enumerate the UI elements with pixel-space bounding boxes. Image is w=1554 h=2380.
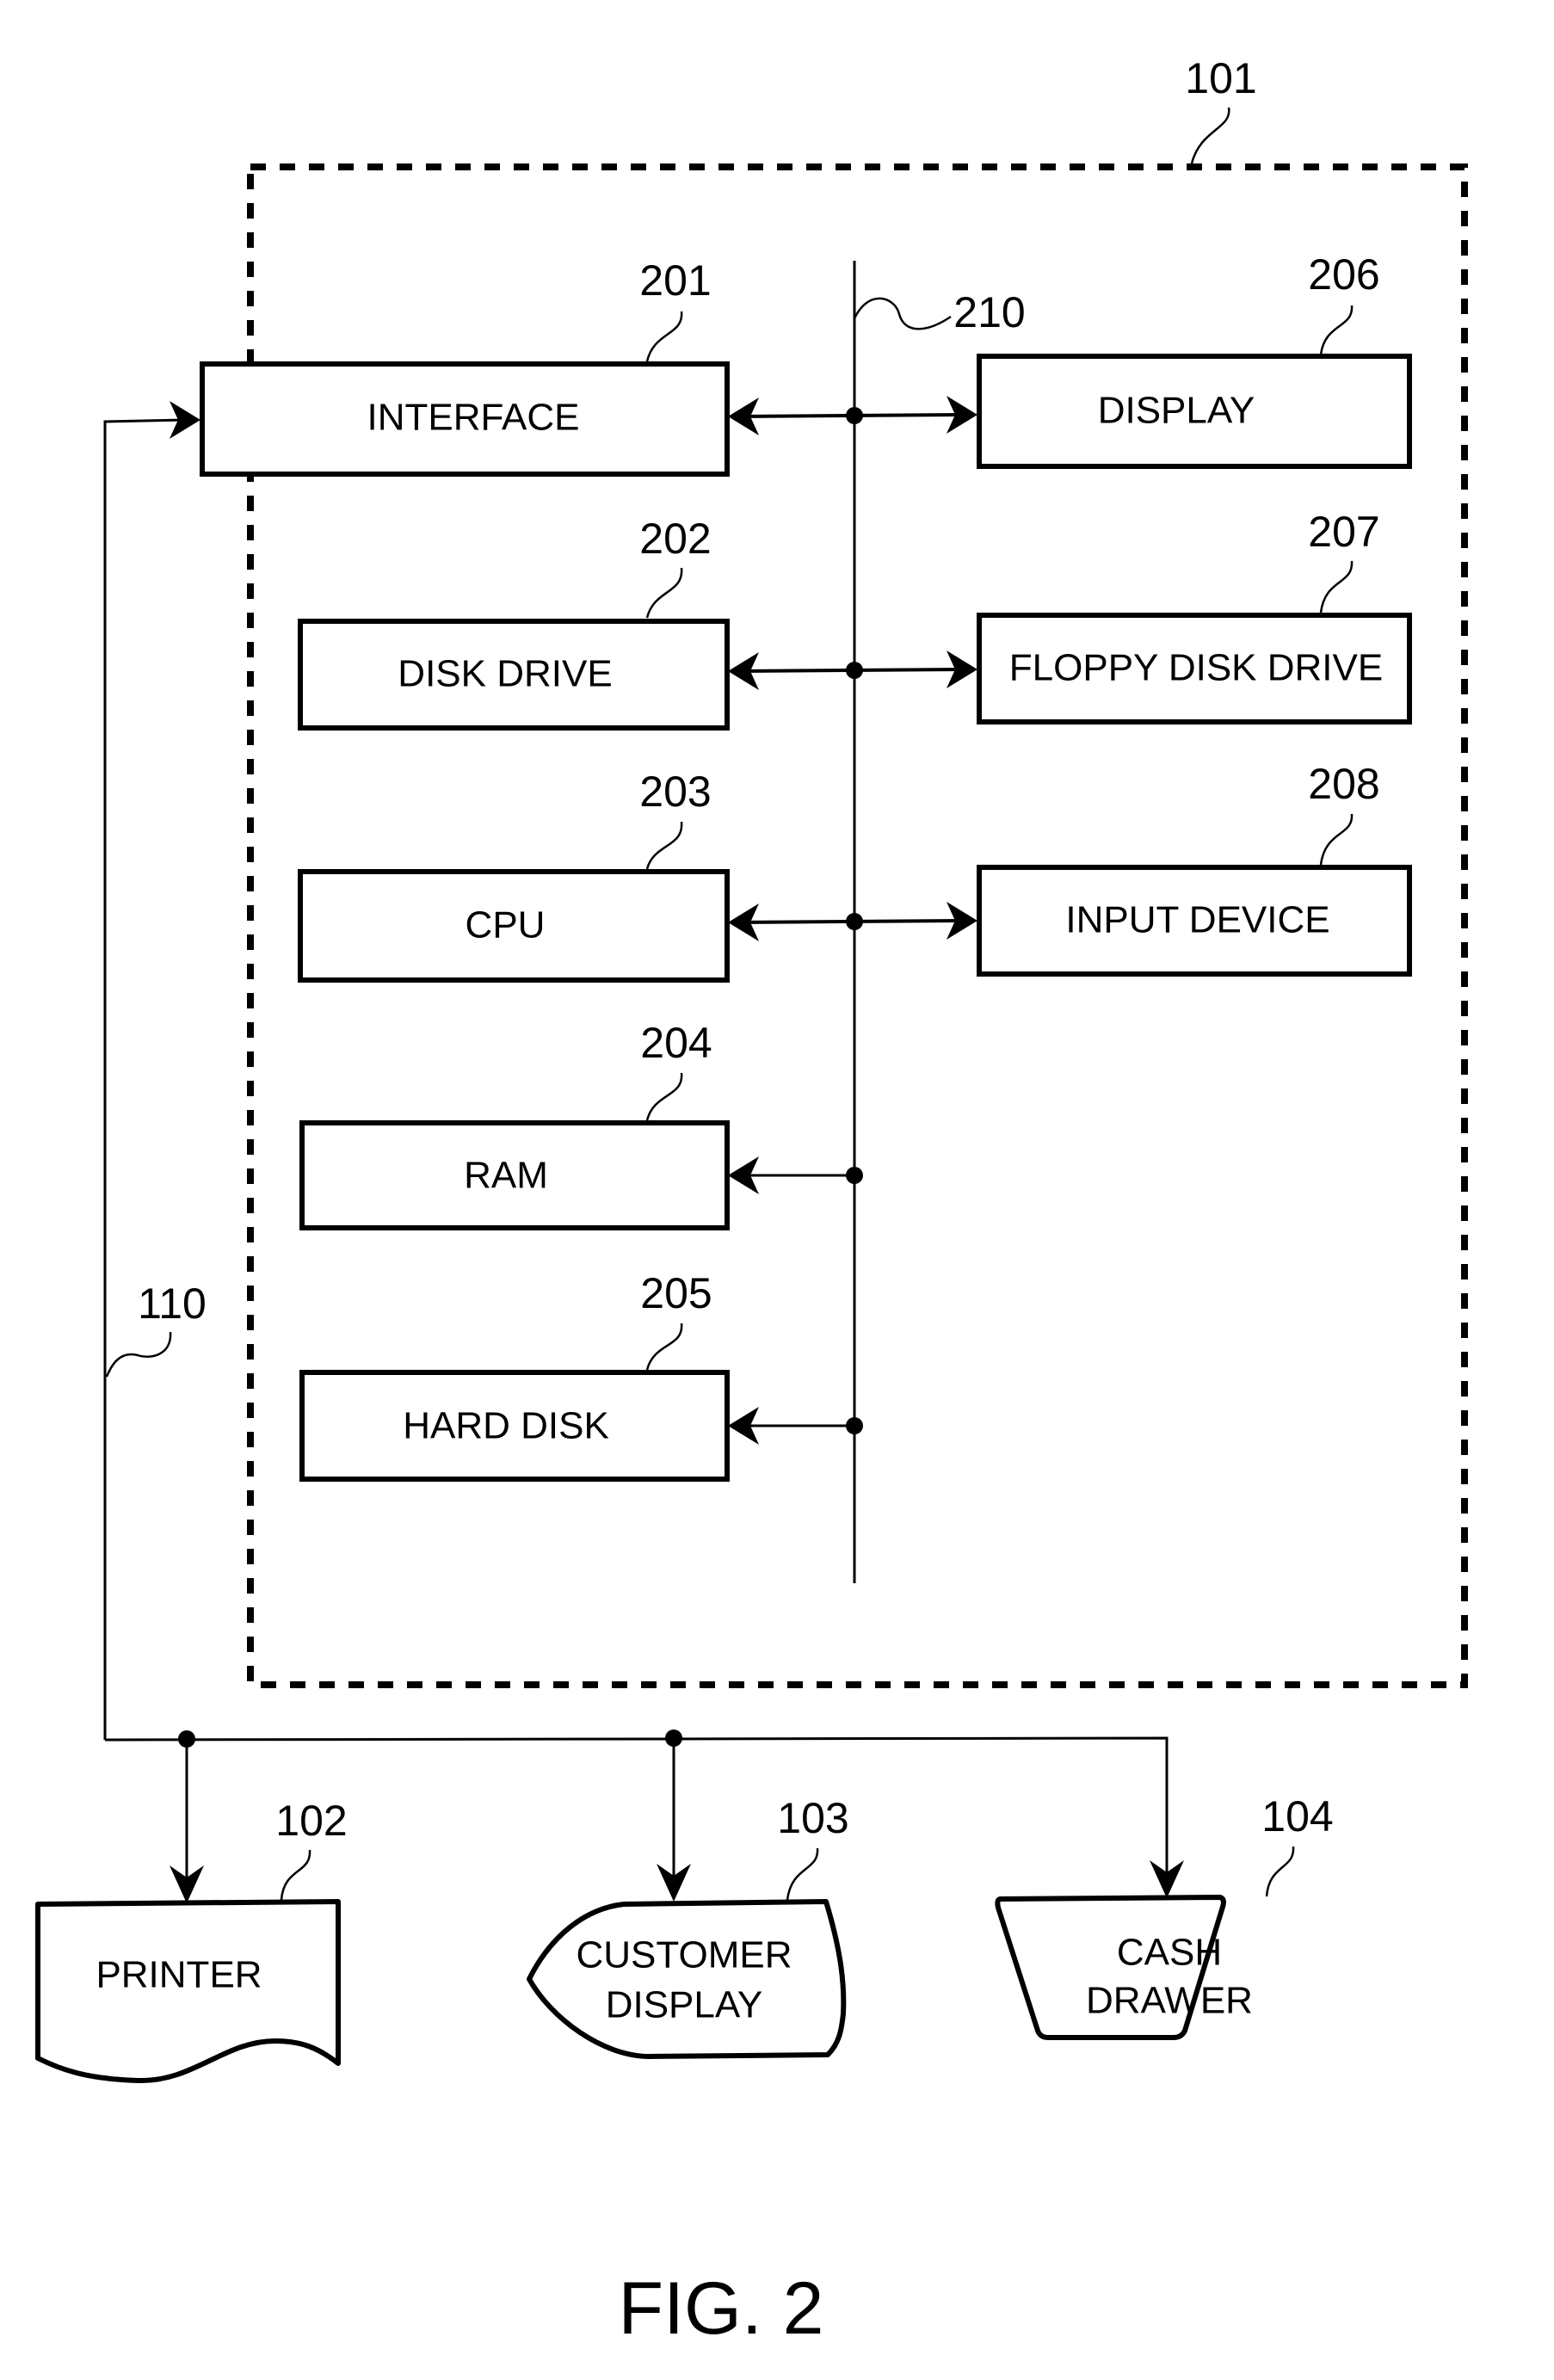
- block-ram: RAM 204: [299, 1019, 730, 1230]
- figure-label: FIG. 2: [619, 2267, 824, 2350]
- cpu-label: CPU: [466, 904, 546, 946]
- leader-line-110: [105, 1331, 172, 1378]
- ref-label-203: 203: [639, 768, 711, 816]
- connection-cpu-input-device: [728, 902, 977, 941]
- leader-line-205: [645, 1323, 683, 1371]
- leader-line-101: [1190, 107, 1230, 164]
- display-label: DISPLAY: [1098, 390, 1255, 432]
- connection-hard-disk: [728, 1407, 863, 1445]
- customer-display-label-line2: DISPLAY: [606, 1984, 763, 2026]
- connection-disk-drive-floppy: [728, 650, 977, 690]
- block-disk-drive: DISK DRIVE 202: [298, 515, 730, 731]
- disk-drive-label: DISK DRIVE: [398, 653, 612, 695]
- block-floppy-disk-drive: FLOPPY DISK DRIVE 207: [977, 508, 1412, 724]
- ref-label-205: 205: [640, 1269, 712, 1317]
- junction-dot: [846, 407, 863, 424]
- leader-line-104: [1265, 1846, 1295, 1897]
- ref-label-207: 207: [1308, 508, 1379, 556]
- leader-line-206: [1319, 305, 1354, 355]
- leader-line-102: [280, 1849, 311, 1901]
- external-line-vertical: [103, 418, 186, 1740]
- printer-label: PRINTER: [96, 1954, 262, 1996]
- ref-label-202: 202: [639, 515, 711, 563]
- ref-label-102: 102: [275, 1797, 347, 1845]
- block-display: DISPLAY 206: [977, 250, 1412, 469]
- leader-line-203: [645, 821, 683, 870]
- interface-label: INTERFACE: [367, 397, 580, 439]
- connection-interface-display: [728, 396, 977, 435]
- connection-ram: [728, 1156, 863, 1194]
- ref-label-101: 101: [1185, 54, 1256, 102]
- junction-dot: [846, 913, 863, 930]
- hard-disk-label: HARD DISK: [403, 1405, 609, 1447]
- leader-line-207: [1319, 560, 1354, 613]
- leader-line-103: [786, 1847, 819, 1901]
- ram-label: RAM: [464, 1155, 548, 1197]
- customer-display-shape: [527, 1899, 847, 2059]
- block-interface: INTERFACE 201: [200, 256, 730, 477]
- ref-label-103: 103: [777, 1794, 848, 1842]
- ref-label-210: 210: [953, 288, 1025, 336]
- floppy-disk-drive-label: FLOPPY DISK DRIVE: [1009, 647, 1383, 689]
- leader-line-210: [853, 297, 952, 330]
- ref-label-206: 206: [1308, 250, 1379, 299]
- external-line-horizontal: [104, 1736, 1169, 1883]
- junction-dot: [846, 662, 863, 679]
- leader-line-201: [645, 311, 683, 362]
- peripheral-customer-display: CUSTOMER DISPLAY 103: [527, 1794, 849, 2059]
- peripheral-printer: PRINTER 102: [35, 1797, 348, 2084]
- ref-label-208: 208: [1308, 760, 1379, 808]
- customer-display-label-line1: CUSTOMER: [577, 1934, 792, 1976]
- ref-label-104: 104: [1261, 1792, 1333, 1840]
- block-diagram: 101 210 INTERFACE 201 DISK DRIVE 202 CPU…: [35, 54, 1468, 2350]
- junction-dot: [846, 1167, 863, 1184]
- leader-line-202: [645, 567, 683, 619]
- ref-label-110: 110: [138, 1279, 207, 1328]
- leader-line-204: [645, 1072, 683, 1121]
- leader-line-208: [1319, 813, 1354, 866]
- block-hard-disk: HARD DISK 205: [299, 1269, 730, 1482]
- cash-drawer-label-line1: CASH: [1117, 1932, 1222, 1974]
- input-device-label: INPUT DEVICE: [1065, 899, 1329, 941]
- cash-drawer-label-line2: DRAWER: [1086, 1980, 1253, 2022]
- block-input-device: INPUT DEVICE 208: [977, 760, 1412, 977]
- ref-label-204: 204: [640, 1019, 712, 1067]
- block-cpu: CPU 203: [298, 768, 730, 983]
- ref-label-201: 201: [639, 256, 711, 305]
- junction-dot: [846, 1417, 863, 1434]
